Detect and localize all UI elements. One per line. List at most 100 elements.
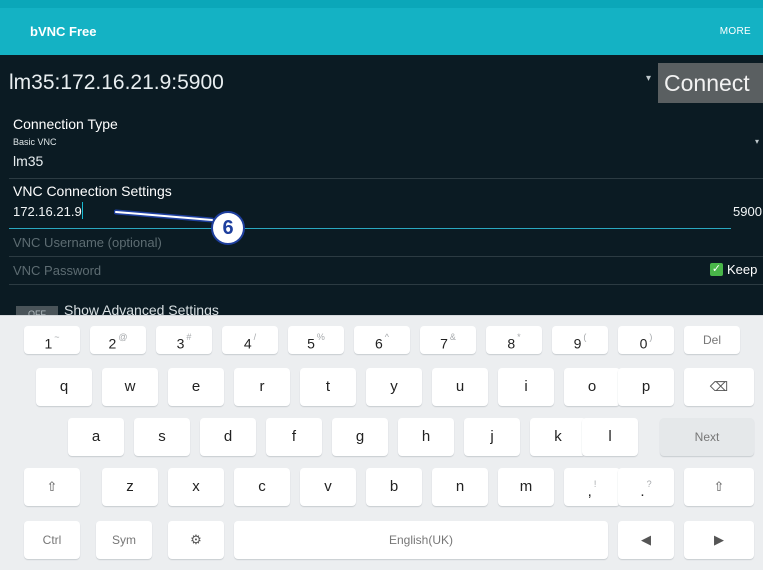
username-input[interactable]: VNC Username (optional): [13, 235, 162, 250]
key-b[interactable]: b: [366, 468, 422, 506]
key-d[interactable]: d: [200, 418, 256, 456]
keep-password-label: Keep: [727, 262, 758, 277]
settings-key[interactable]: ⚙: [168, 521, 224, 559]
shift-left-key[interactable]: ⇧: [24, 468, 80, 506]
key-n[interactable]: n: [432, 468, 488, 506]
key-s[interactable]: s: [134, 418, 190, 456]
key-label: 1: [44, 335, 53, 352]
key-secondary: /: [253, 332, 257, 342]
key-t[interactable]: t: [300, 368, 356, 406]
connection-selector[interactable]: lm35:172.16.21.9:5900: [9, 71, 224, 95]
key-secondary: %: [316, 332, 325, 342]
key-label: 0: [639, 335, 648, 352]
key-label: 5: [307, 335, 315, 352]
key-p[interactable]: p: [618, 368, 674, 406]
keep-password-checkbox[interactable]: ✓: [710, 263, 723, 276]
key-k[interactable]: k: [530, 418, 586, 456]
key-0[interactable]: 0): [618, 326, 674, 354]
key-secondary: ^: [384, 332, 390, 342]
backspace-key[interactable]: ⌫: [684, 368, 754, 406]
key-secondary: @: [118, 332, 128, 342]
nickname-field[interactable]: lm35: [13, 153, 43, 169]
key-secondary: (: [583, 332, 587, 342]
key-comma[interactable]: ,!: [564, 468, 620, 506]
connection-type-label: Connection Type: [13, 116, 118, 132]
key-secondary: *: [517, 332, 521, 342]
key-z[interactable]: z: [102, 468, 158, 506]
advanced-settings-toggle[interactable]: OFF: [16, 306, 58, 315]
key-m[interactable]: m: [498, 468, 554, 506]
connection-type-caret-icon[interactable]: ▾: [755, 137, 759, 146]
port-input[interactable]: 5900: [733, 204, 762, 219]
key-o[interactable]: o: [564, 368, 620, 406]
key-w[interactable]: w: [102, 368, 158, 406]
dropdown-caret-icon[interactable]: ▾: [646, 73, 651, 84]
soft-keyboard: 1 ~ 2 @ 3 # 4/ 5% 6 ^ 7 & 8 * 9( 0) Del q w e …: [0, 315, 763, 570]
host-input[interactable]: 172.16.21.9: [13, 204, 82, 219]
key-5[interactable]: 5%: [288, 326, 344, 354]
key-secondary: ?: [646, 479, 652, 489]
divider: [9, 178, 763, 179]
annotation-number-badge: 6: [211, 211, 245, 245]
key-1[interactable]: 1 ~: [24, 326, 80, 354]
key-e[interactable]: e: [168, 368, 224, 406]
key-h[interactable]: h: [398, 418, 454, 456]
key-label: ,: [587, 483, 592, 500]
screen: bVNC Free MORE lm35:172.16.21.9:5900 ▾ C…: [0, 0, 763, 570]
shift-right-key[interactable]: ⇧: [684, 468, 754, 506]
key-v[interactable]: v: [300, 468, 356, 506]
key-7[interactable]: 7 &: [420, 326, 476, 354]
key-3[interactable]: 3 #: [156, 326, 212, 354]
key-x[interactable]: x: [168, 468, 224, 506]
key-f[interactable]: f: [266, 418, 322, 456]
connect-button[interactable]: Connect: [658, 63, 763, 103]
ctrl-key[interactable]: Ctrl: [24, 521, 80, 559]
key-label: 8: [507, 335, 516, 352]
host-input-underline: [9, 228, 731, 229]
key-4[interactable]: 4/: [222, 326, 278, 354]
key-g[interactable]: g: [332, 418, 388, 456]
key-secondary: #: [186, 332, 192, 342]
key-2[interactable]: 2 @: [90, 326, 146, 354]
key-a[interactable]: a: [68, 418, 124, 456]
arrow-left-icon: ◀: [641, 532, 651, 547]
space-key[interactable]: English(UK): [234, 521, 608, 559]
key-8[interactable]: 8 *: [486, 326, 542, 354]
key-c[interactable]: c: [234, 468, 290, 506]
key-label: 4: [243, 335, 252, 352]
divider: [9, 284, 763, 285]
key-y[interactable]: y: [366, 368, 422, 406]
key-secondary: ~: [54, 332, 60, 342]
next-key[interactable]: Next: [660, 418, 754, 456]
key-label: .: [640, 483, 645, 500]
key-r[interactable]: r: [234, 368, 290, 406]
arrow-right-icon: ▶: [714, 532, 724, 547]
key-label: 2: [108, 335, 117, 352]
key-i[interactable]: i: [498, 368, 554, 406]
key-period[interactable]: .?: [618, 468, 674, 506]
arrow-left-key[interactable]: ◀: [618, 521, 674, 559]
key-l[interactable]: l: [582, 418, 638, 456]
key-label: 9: [573, 335, 582, 352]
status-bar: [0, 0, 763, 8]
advanced-settings-label: Show Advanced Settings: [64, 302, 219, 315]
key-secondary: &: [449, 332, 456, 342]
key-j[interactable]: j: [464, 418, 520, 456]
key-6[interactable]: 6 ^: [354, 326, 410, 354]
more-button[interactable]: MORE: [720, 26, 751, 37]
key-label: 3: [176, 335, 185, 352]
sym-key[interactable]: Sym: [96, 521, 152, 559]
app-bar: bVNC Free MORE: [0, 8, 763, 55]
key-q[interactable]: q: [36, 368, 92, 406]
key-9[interactable]: 9(: [552, 326, 608, 354]
gear-icon: ⚙: [190, 532, 202, 547]
delete-key[interactable]: Del: [684, 326, 740, 354]
password-input[interactable]: VNC Password: [13, 263, 101, 278]
app-title: bVNC Free: [30, 24, 97, 39]
key-u[interactable]: u: [432, 368, 488, 406]
key-secondary: !: [593, 479, 597, 489]
arrow-right-key[interactable]: ▶: [684, 521, 754, 559]
divider: [9, 256, 763, 257]
vnc-settings-label: VNC Connection Settings: [13, 183, 172, 199]
connection-type-spinner[interactable]: Basic VNC: [13, 137, 57, 147]
